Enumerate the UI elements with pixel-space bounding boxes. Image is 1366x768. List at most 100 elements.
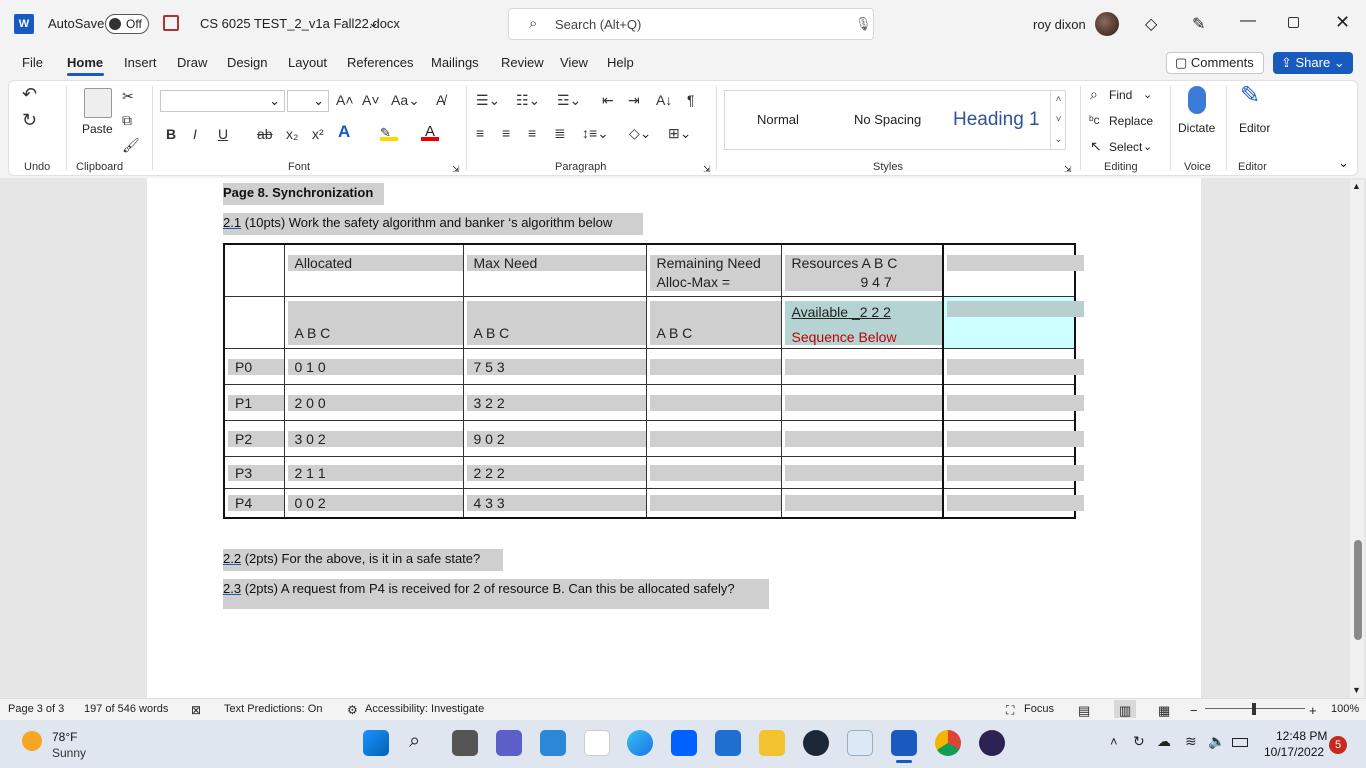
decrease-indent-icon[interactable]: ⇤ <box>602 90 614 110</box>
undo-icon[interactable]: ↶ <box>22 84 37 104</box>
save-icon[interactable] <box>163 15 179 31</box>
eclipse-icon[interactable] <box>979 730 1005 756</box>
chevron-down-icon[interactable]: ⌄ <box>368 15 379 31</box>
word-taskbar-icon[interactable] <box>891 730 917 756</box>
collapse-ribbon-icon[interactable]: ⌄ <box>1338 155 1349 171</box>
zoom-out-icon[interactable]: − <box>1190 703 1198 718</box>
amazon-icon[interactable] <box>584 730 610 756</box>
steam-icon[interactable] <box>803 730 829 756</box>
tab-references[interactable]: References <box>347 55 413 70</box>
font-color-icon[interactable]: A <box>421 123 439 141</box>
chat-icon[interactable] <box>496 730 522 756</box>
grow-font-icon[interactable]: A˄ <box>336 90 354 110</box>
italic-button[interactable]: I <box>193 124 197 144</box>
focus-button[interactable]: Focus <box>1024 703 1054 715</box>
increase-indent-icon[interactable]: ⇥ <box>628 90 640 110</box>
select-icon[interactable]: ↖ <box>1090 136 1102 156</box>
notepad-icon[interactable] <box>847 730 873 756</box>
task-view-icon[interactable] <box>452 730 478 756</box>
chrome-icon[interactable] <box>935 730 961 756</box>
word-count[interactable]: 197 of 546 words <box>84 703 168 715</box>
style-heading-1[interactable]: Heading 1 <box>953 109 1040 131</box>
chevron-down-icon[interactable]: ⌄ <box>1143 88 1152 101</box>
clear-formatting-icon[interactable]: A̸ <box>436 90 445 110</box>
minimize-icon[interactable]: — <box>1240 12 1256 30</box>
highlight-icon[interactable]: ✎ <box>380 123 398 141</box>
subscript-button[interactable]: x₂ <box>286 124 298 144</box>
underline-button[interactable]: U <box>218 124 228 144</box>
dropbox-icon[interactable] <box>671 730 697 756</box>
replace-button[interactable]: Replace <box>1109 114 1153 128</box>
borders-icon[interactable]: ⊞⌄ <box>668 123 691 143</box>
change-case-icon[interactable]: Aa⌄ <box>391 90 420 110</box>
multilevel-list-icon[interactable]: ☲⌄ <box>557 90 581 110</box>
volume-icon[interactable]: 🔈 <box>1208 733 1225 750</box>
style-normal[interactable]: Normal <box>757 112 799 127</box>
web-layout-icon[interactable]: ▦ <box>1158 703 1170 719</box>
focus-icon[interactable]: ⛶ <box>1006 703 1014 718</box>
style-no-spacing[interactable]: No Spacing <box>854 112 921 127</box>
paste-button[interactable]: Paste <box>82 122 113 136</box>
microphone-icon[interactable] <box>1188 86 1206 114</box>
numbering-icon[interactable]: ☷⌄ <box>516 90 540 110</box>
cloud-icon[interactable]: ☁ <box>1157 733 1171 750</box>
dialog-launcher-icon[interactable]: ⇲ <box>452 164 460 175</box>
scrollbar-thumb[interactable] <box>1354 540 1362 640</box>
font-name-select[interactable]: ⌄ <box>160 90 285 112</box>
dialog-launcher-icon[interactable]: ⇲ <box>703 164 711 175</box>
tab-review[interactable]: Review <box>501 55 544 70</box>
shading-icon[interactable]: ◇⌄ <box>629 123 652 143</box>
scroll-up-icon[interactable]: ▲ <box>1352 181 1361 191</box>
find-icon[interactable]: ⌕ <box>1090 84 1098 104</box>
accessibility-icon[interactable]: ⚙ <box>347 703 358 717</box>
weather-temperature[interactable]: 78°F <box>52 730 77 744</box>
justify-icon[interactable]: ≣ <box>554 123 566 143</box>
sync-icon[interactable]: ↻ <box>1133 733 1145 750</box>
chevron-down-icon[interactable]: ⌄ <box>1143 140 1152 153</box>
dialog-launcher-icon[interactable]: ⇲ <box>1064 164 1072 175</box>
cut-icon[interactable]: ✂ <box>122 86 134 106</box>
zoom-slider-handle[interactable] <box>1252 703 1256 715</box>
tab-mailings[interactable]: Mailings <box>431 55 479 70</box>
bullets-icon[interactable]: ☰⌄ <box>476 90 500 110</box>
paste-icon[interactable] <box>84 88 112 118</box>
store-icon[interactable] <box>715 730 741 756</box>
mail-icon[interactable] <box>540 730 566 756</box>
tab-draw[interactable]: Draw <box>177 55 207 70</box>
dictate-button[interactable]: Dictate <box>1178 121 1215 135</box>
weather-icon[interactable] <box>22 731 42 751</box>
edge-icon[interactable] <box>627 730 653 756</box>
tab-help[interactable]: Help <box>607 55 634 70</box>
strikethrough-button[interactable]: ab <box>257 124 273 144</box>
clock-time[interactable]: 12:48 PM <box>1276 729 1327 743</box>
align-center-icon[interactable]: ≡ <box>502 123 510 143</box>
replace-icon[interactable]: ᵇc <box>1089 110 1100 130</box>
accessibility-status[interactable]: Accessibility: Investigate <box>365 703 484 715</box>
copy-icon[interactable]: ⧉ <box>122 110 132 130</box>
close-icon[interactable]: ✕ <box>1335 12 1350 33</box>
tab-view[interactable]: View <box>560 55 588 70</box>
shrink-font-icon[interactable]: A˅ <box>362 90 380 110</box>
restore-icon[interactable] <box>1288 17 1299 28</box>
page-count[interactable]: Page 3 of 3 <box>8 703 64 715</box>
search-input[interactable]: ⌕ Search (Alt+Q) 🎙 <box>508 8 874 40</box>
zoom-level[interactable]: 100% <box>1331 703 1359 715</box>
tab-insert[interactable]: Insert <box>124 55 157 70</box>
align-left-icon[interactable]: ≡ <box>476 123 484 143</box>
scroll-down-icon[interactable]: ▼ <box>1352 685 1361 695</box>
share-button[interactable]: ⇪ Share ⌄ <box>1273 52 1353 74</box>
redo-icon[interactable]: ↻ <box>22 110 37 130</box>
text-predictions[interactable]: Text Predictions: On <box>224 703 322 715</box>
format-painter-icon[interactable]: 🖌 <box>122 135 140 155</box>
file-explorer-icon[interactable] <box>759 730 785 756</box>
start-icon[interactable] <box>363 730 389 756</box>
comments-button[interactable]: ▢ Comments <box>1166 52 1264 74</box>
tab-design[interactable]: Design <box>227 55 267 70</box>
tab-file[interactable]: File <box>22 55 43 70</box>
zoom-in-icon[interactable]: + <box>1309 703 1317 718</box>
align-right-icon[interactable]: ≡ <box>528 123 536 143</box>
find-button[interactable]: Find <box>1109 88 1132 102</box>
line-spacing-icon[interactable]: ↕≡⌄ <box>582 123 609 143</box>
sort-icon[interactable]: A↓ <box>656 90 672 110</box>
battery-icon[interactable] <box>1232 738 1248 747</box>
